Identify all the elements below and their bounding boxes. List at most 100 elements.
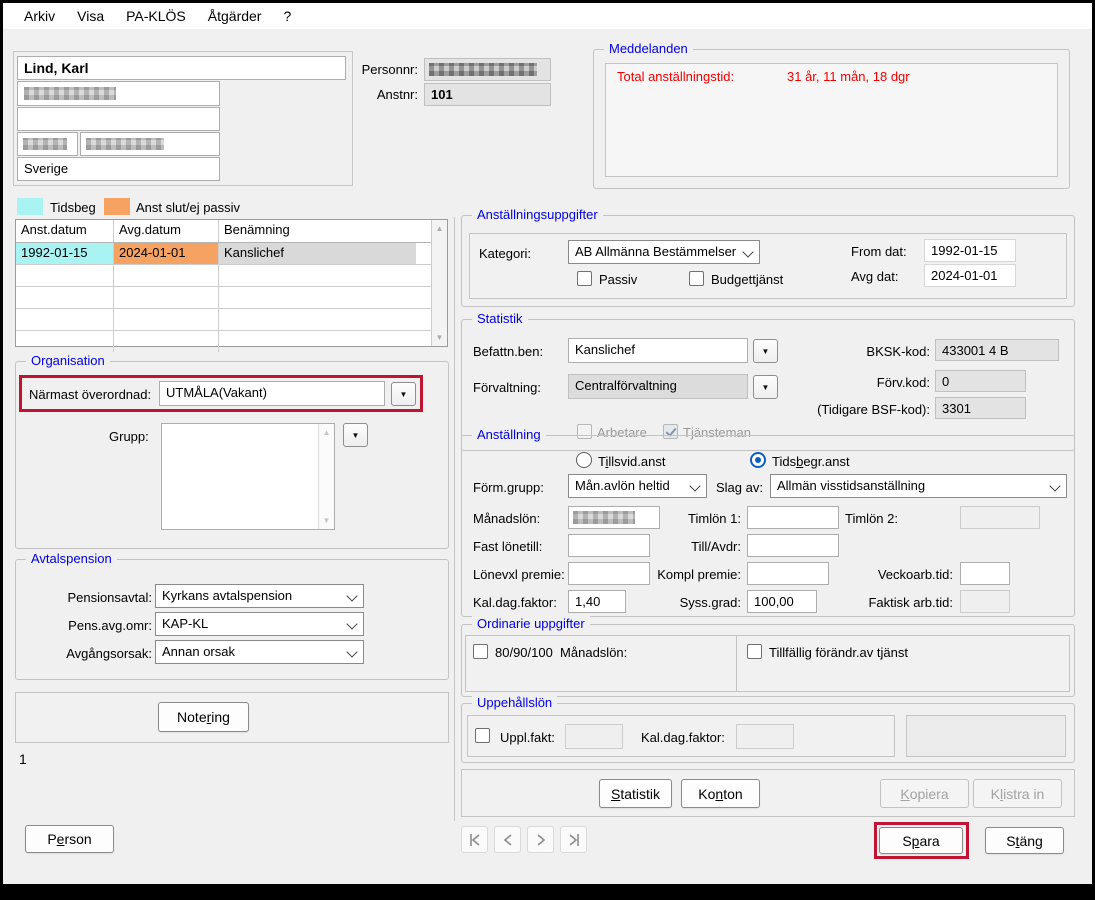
grupp-scrollbar[interactable]: ▲ ▼ <box>318 424 334 529</box>
avg-dat-field[interactable]: 2024-01-01 <box>924 264 1016 287</box>
faktisk-arb-tid-label: Faktisk arb.tid: <box>853 595 953 610</box>
employment-table[interactable]: Anst.datum Avg.datum Benämning 1992-01-1… <box>15 219 448 347</box>
timlon1-label: Timlön 1: <box>663 511 741 526</box>
grupp-listbox[interactable]: ▲ ▼ <box>161 423 335 530</box>
kompl-premie-field[interactable] <box>747 562 829 585</box>
uppl-fakt-label: Uppl.fakt: <box>500 730 555 745</box>
cell-anst-datum: 1992-01-15 <box>16 243 114 264</box>
klistra-in-button[interactable]: Klistra in <box>973 779 1062 808</box>
lonevxl-premie-field[interactable] <box>568 562 650 585</box>
anstnr-label: Anstnr: <box>343 87 418 102</box>
person-name-field[interactable]: Lind, Karl <box>17 56 346 80</box>
faktisk-arb-tid-field <box>960 590 1010 613</box>
forvaltning-dropdown-button[interactable]: ▼ <box>753 375 778 399</box>
kategori-label: Kategori: <box>479 246 531 261</box>
kal-dag-faktor-field[interactable]: 1,40 <box>568 590 626 613</box>
menu-arkiv[interactable]: Arkiv <box>13 8 66 24</box>
budgettjanst-checkbox[interactable] <box>689 271 704 286</box>
col-benamning[interactable]: Benämning <box>219 220 416 242</box>
tillsvid-anst-radio[interactable] <box>576 452 592 468</box>
till-avdr-field[interactable] <box>747 534 839 557</box>
slag-av-combobox[interactable]: Allmän visstidsanställning <box>770 474 1067 498</box>
stang-button[interactable]: Stäng <box>985 827 1064 854</box>
80-90-100-checkbox[interactable] <box>473 644 488 659</box>
scroll-up-icon[interactable]: ▲ <box>432 224 447 233</box>
passiv-label: Passiv <box>599 272 637 287</box>
chevron-down-icon <box>346 646 357 657</box>
grupp-dropdown-button[interactable]: ▼ <box>343 423 368 447</box>
befattn-ben-dropdown-button[interactable]: ▼ <box>753 339 778 363</box>
anstallning-title: Anställning <box>472 427 546 442</box>
konton-button[interactable]: Konton <box>681 779 760 808</box>
table-row-empty[interactable] <box>16 309 431 331</box>
col-anst-datum[interactable]: Anst.datum <box>16 220 114 242</box>
from-dat-field[interactable]: 1992-01-15 <box>924 239 1016 262</box>
person-city-field[interactable] <box>80 132 220 156</box>
uppehall-kal-dag-field <box>736 724 794 749</box>
table-row-empty[interactable] <box>16 265 431 287</box>
scroll-down-icon[interactable]: ▼ <box>319 516 334 525</box>
fast-lonetill-field[interactable] <box>568 534 650 557</box>
table-row-empty[interactable] <box>16 331 431 352</box>
tillfallig-forandr-label: Tillfällig förändr.av tjänst <box>769 645 908 660</box>
narmast-overordnad-label: Närmast överordnad: <box>29 387 151 402</box>
forvaltning-field[interactable]: Centralförvaltning <box>568 374 748 399</box>
ordinarie-uppgifter-title: Ordinarie uppgifter <box>472 616 590 631</box>
menu-atgarder[interactable]: Åtgärder <box>197 8 273 24</box>
table-header-row: Anst.datum Avg.datum Benämning <box>16 220 431 243</box>
menu-help[interactable]: ? <box>272 8 302 24</box>
dropdown-arrow-icon: ▼ <box>400 390 408 399</box>
tidsbegr-anst-radio[interactable] <box>750 452 766 468</box>
table-row-empty[interactable] <box>16 287 431 309</box>
col-avg-datum[interactable]: Avg.datum <box>114 220 219 242</box>
uppehallslon-right-panel <box>906 715 1066 757</box>
spara-button[interactable]: Spara <box>879 827 963 854</box>
tillfallig-forandr-checkbox[interactable] <box>747 644 762 659</box>
table-row[interactable]: 1992-01-15 2024-01-01 Kanslichef <box>16 243 431 265</box>
narmast-overordnad-field[interactable]: UTMÅLA(Vakant) <box>159 381 385 406</box>
manadslon-field[interactable] <box>568 506 660 529</box>
person-postalcode-field[interactable] <box>17 132 78 156</box>
person-button[interactable]: Person <box>25 825 114 853</box>
scroll-up-icon[interactable]: ▲ <box>319 428 334 437</box>
kopiera-button[interactable]: Kopiera <box>880 779 969 808</box>
befattn-ben-field[interactable]: Kanslichef <box>568 338 748 363</box>
pensionsavtal-combobox[interactable]: Kyrkans avtalspension <box>155 584 364 608</box>
statistik-button[interactable]: Statistik <box>599 779 672 808</box>
bksk-kod-field: 433001 4 B <box>935 339 1059 361</box>
next-record-icon <box>533 832 549 848</box>
first-record-button[interactable] <box>461 826 488 853</box>
cell-benamning: Kanslichef <box>219 243 416 264</box>
syss-grad-field[interactable]: 100,00 <box>747 590 817 613</box>
notering-button[interactable]: Notering <box>158 702 249 732</box>
left-right-divider <box>454 217 455 821</box>
ordinarie-right-panel <box>736 635 1070 692</box>
uppl-fakt-checkbox[interactable] <box>475 728 490 743</box>
next-record-button[interactable] <box>527 826 554 853</box>
menu-visa[interactable]: Visa <box>66 8 115 24</box>
last-record-button[interactable] <box>560 826 587 853</box>
scroll-down-icon[interactable]: ▼ <box>432 333 447 342</box>
kategori-combobox[interactable]: AB Allmänna Bestämmelser <box>568 240 760 264</box>
veckoarb-tid-field[interactable] <box>960 562 1010 585</box>
legend-anst-slut-label: Anst slut/ej passiv <box>136 200 240 215</box>
chevron-down-icon <box>689 480 700 491</box>
timlon1-field[interactable] <box>747 506 839 529</box>
tidigare-bsf-kod-field: 3301 <box>935 397 1026 419</box>
previous-record-button[interactable] <box>494 826 521 853</box>
avgangsorsak-combobox[interactable]: Annan orsak <box>155 640 364 664</box>
pens-avg-omr-combobox[interactable]: KAP-KL <box>155 612 364 636</box>
manadslon-label: Månadslön: <box>473 511 540 526</box>
table-scrollbar[interactable]: ▲ ▼ <box>431 220 447 346</box>
passiv-checkbox[interactable] <box>577 271 592 286</box>
person-address-field[interactable] <box>17 81 220 106</box>
uppehall-kal-dag-label: Kal.dag.faktor: <box>641 730 725 745</box>
menu-pa-klos[interactable]: PA-KLÖS <box>115 8 197 24</box>
anstnr-field: 101 <box>424 83 551 106</box>
fast-lonetill-label: Fast lönetill: <box>473 539 542 554</box>
form-grupp-combobox[interactable]: Mån.avlön heltid <box>568 474 707 498</box>
person-address2-field[interactable] <box>17 107 220 131</box>
narmast-overordnad-dropdown-button[interactable]: ▼ <box>391 382 416 406</box>
previous-record-icon <box>500 832 516 848</box>
person-country-field[interactable]: Sverige <box>17 157 220 181</box>
